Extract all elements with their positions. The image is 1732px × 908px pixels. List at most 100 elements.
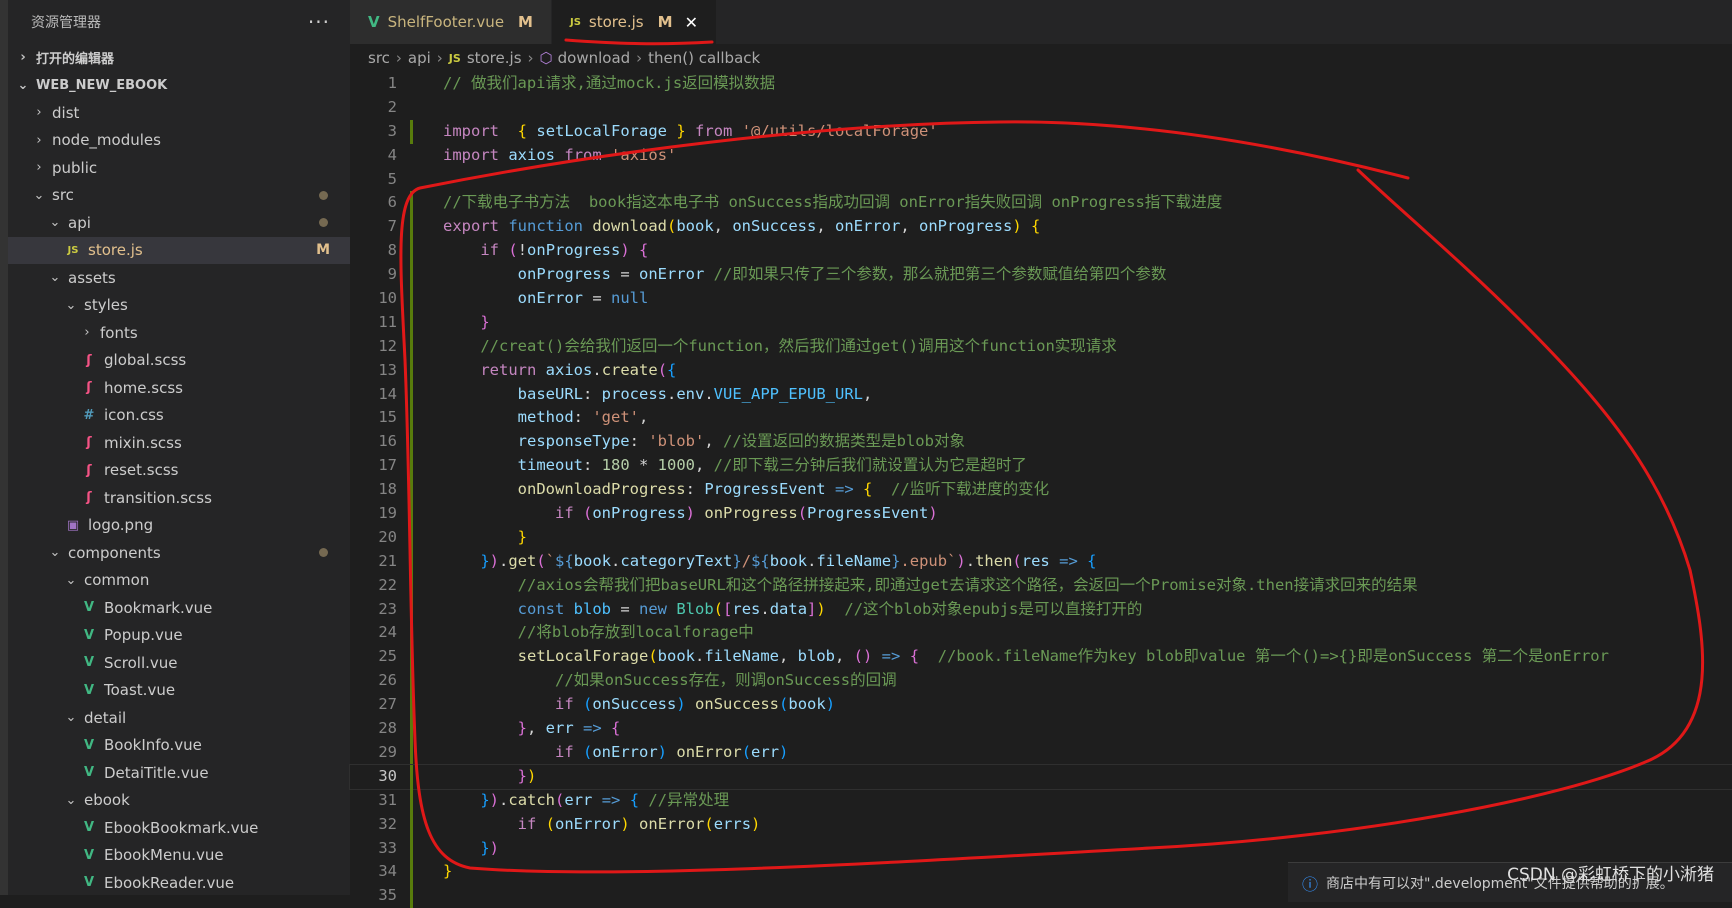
file-logo-png[interactable]: ▣ logo.png bbox=[8, 512, 350, 540]
file-home-scss[interactable]: ʃ home.scss bbox=[8, 374, 350, 402]
code-line[interactable]: 22 //axios会帮我们把baseURL和这个路径拼接起来,即通过get去请… bbox=[350, 573, 1732, 598]
code-token: res bbox=[732, 599, 761, 618]
code-line[interactable]: 18 onDownloadProgress: ProgressEvent => … bbox=[350, 478, 1732, 503]
tab-store-js[interactable]: JS store.js M ✕ bbox=[551, 0, 717, 44]
tab-shelffooter-vue[interactable]: V ShelfFooter.vue M bbox=[350, 0, 552, 44]
code-line[interactable]: 26 //如果onSuccess存在，则调onSuccess的回调 bbox=[350, 669, 1732, 694]
code-line[interactable]: 7 export function download(book, onSucces… bbox=[350, 215, 1732, 240]
tree-item-label: WEB_NEW_EBOOK bbox=[36, 77, 168, 93]
file-scroll-vue[interactable]: V Scroll.vue bbox=[8, 649, 350, 677]
code-line[interactable]: 16 responseType: 'blob', //设置返回的数据类型是blo… bbox=[350, 430, 1732, 455]
code-line[interactable]: 24 //将blob存放到localforage中 bbox=[350, 621, 1732, 646]
code-line[interactable]: 5 bbox=[350, 168, 1732, 192]
file-popup-vue[interactable]: V Popup.vue bbox=[8, 622, 350, 650]
file-mixin-scss[interactable]: ʃ mixin.scss bbox=[8, 429, 350, 457]
code-line[interactable]: 3 import { setLocalForage } from '@/utils… bbox=[350, 119, 1732, 144]
vue-file-icon: V bbox=[368, 13, 380, 31]
code-token: axios bbox=[508, 145, 556, 164]
file-ebookreader-vue[interactable]: V EbookReader.vue bbox=[8, 869, 350, 895]
code-line[interactable]: 19 if (onProgress) onProgress(ProgressEv… bbox=[350, 502, 1732, 526]
folder-src[interactable]: ⌄ src bbox=[8, 182, 350, 210]
code-text: }).catch(err => { //异常处理 bbox=[443, 789, 729, 813]
code-line[interactable]: 12 //creat()会给我们返回一个function，然后我们通过get()… bbox=[350, 334, 1732, 359]
folder-dist[interactable]: › dist bbox=[8, 99, 350, 127]
code-line[interactable]: 1 // 做我们api请求,通过mock.js返回模拟数据 bbox=[350, 72, 1732, 96]
code-token: //设置返回的数据类型是blob对象 bbox=[722, 432, 965, 451]
code-line[interactable]: 8 if (!onProgress) { bbox=[350, 239, 1732, 264]
code-token: '@/utils/localForage' bbox=[741, 121, 938, 140]
code-line[interactable]: 14 baseURL: process.env.VUE_APP_EPUB_URL… bbox=[350, 382, 1732, 407]
code-line[interactable]: 4 import axios from 'axios' bbox=[350, 144, 1732, 168]
file-global-scss[interactable]: ʃ global.scss bbox=[8, 347, 350, 375]
folder-detail[interactable]: ⌄ detail bbox=[8, 704, 350, 732]
folder-fonts[interactable]: › fonts bbox=[8, 319, 350, 347]
tree-item-label: home.scss bbox=[104, 378, 183, 397]
breadcrumb-item[interactable]: store.js bbox=[467, 49, 522, 67]
code-line[interactable]: 9 onProgress = onError //即如果只传了三个参数，那么就把… bbox=[350, 263, 1732, 288]
file-bookmark-vue[interactable]: V Bookmark.vue bbox=[8, 594, 350, 622]
code-token: => bbox=[834, 480, 854, 499]
code-line[interactable]: 28 }, err => { bbox=[350, 717, 1732, 741]
folder-common[interactable]: ⌄ common bbox=[8, 567, 350, 595]
code-editor[interactable]: 1// 做我们api请求,通过mock.js返回模拟数据 2 3 import { s… bbox=[349, 72, 1732, 908]
code-line[interactable]: 17 timeout: 180 * 1000, //即下载三分钟后我们就设置认为… bbox=[350, 454, 1732, 479]
folder-web-new-ebook[interactable]: ⌄ WEB_NEW_EBOOK bbox=[8, 72, 350, 100]
modified-badge: M bbox=[518, 13, 533, 31]
code-line[interactable]: 31 }).catch(err => { //异常处理 bbox=[350, 788, 1732, 813]
breadcrumb-item[interactable]: then() callback bbox=[648, 49, 760, 67]
file-icon-css[interactable]: # icon.css bbox=[8, 402, 350, 430]
file-store-js[interactable]: JS store.js M bbox=[8, 236, 350, 264]
code-line[interactable]: 29 if (onError) onError(err) bbox=[350, 740, 1732, 765]
code-line[interactable]: 33 }) bbox=[350, 836, 1732, 861]
code-token: fileName bbox=[704, 647, 779, 666]
code-line[interactable]: 2 bbox=[350, 96, 1732, 120]
file-reset-scss[interactable]: ʃ reset.scss bbox=[8, 457, 350, 485]
file-ebookbookmark-vue[interactable]: V EbookBookmark.vue bbox=[8, 814, 350, 842]
line-number: 24 bbox=[378, 623, 397, 642]
folder-assets[interactable]: ⌄ assets bbox=[8, 264, 350, 292]
code-token: get bbox=[508, 551, 537, 570]
code-line[interactable]: 27 if (onSuccess) onSuccess(book) bbox=[350, 693, 1732, 718]
code-token: : bbox=[582, 456, 602, 475]
code-token: . bbox=[694, 647, 705, 666]
file-bookinfo-vue[interactable]: V BookInfo.vue bbox=[8, 732, 350, 760]
code-token: ( bbox=[704, 814, 714, 833]
code-line[interactable]: 25 setLocalForage(book.fileName, blob, (… bbox=[350, 645, 1732, 670]
folder-public[interactable]: › public bbox=[8, 154, 350, 182]
code-line[interactable]: 23 const blob = new Blob([res.data]) //这… bbox=[350, 597, 1732, 622]
code-line[interactable]: 11 } bbox=[350, 310, 1732, 335]
code-line[interactable]: 13 return axios.create({ bbox=[350, 358, 1732, 383]
breadcrumb-item[interactable]: download bbox=[558, 49, 631, 67]
scss-file-icon: ʃ bbox=[86, 380, 92, 396]
folder-components[interactable]: ⌄ components bbox=[8, 539, 350, 567]
code-text: onDownloadProgress: ProgressEvent => { /… bbox=[443, 478, 1050, 502]
folder-item[interactable]: › 打开的编辑器 bbox=[8, 44, 350, 72]
code-token: onProgress bbox=[919, 217, 1013, 236]
folder-ebook[interactable]: ⌄ ebook bbox=[8, 787, 350, 815]
code-line[interactable]: 20 } bbox=[350, 525, 1732, 550]
code-line[interactable]: 32 if (onError) onError(errs) bbox=[350, 812, 1732, 837]
code-line[interactable]: 15 method: 'get', bbox=[350, 406, 1732, 431]
file-detaititle-vue[interactable]: V DetaiTitle.vue bbox=[8, 759, 350, 787]
folder-api[interactable]: ⌄ api bbox=[8, 209, 350, 237]
breadcrumb-item[interactable]: src bbox=[368, 49, 390, 67]
git-change-marker bbox=[410, 836, 413, 861]
file-toast-vue[interactable]: V Toast.vue bbox=[8, 677, 350, 705]
folder-node-modules[interactable]: › node_modules bbox=[8, 127, 350, 155]
code-line[interactable]: 10 onError = null bbox=[350, 287, 1732, 311]
code-text: //将blob存放到localforage中 bbox=[443, 621, 754, 645]
file-transition-scss[interactable]: ʃ transition.scss bbox=[8, 484, 350, 512]
more-actions-icon[interactable]: ··· bbox=[308, 10, 330, 34]
tree-item-label: mixin.scss bbox=[104, 433, 182, 452]
code-line[interactable]: 30 }) bbox=[349, 763, 1732, 790]
file-ebookmenu-vue[interactable]: V EbookMenu.vue bbox=[8, 842, 350, 870]
close-icon[interactable]: ✕ bbox=[685, 13, 698, 32]
code-line[interactable]: 6 //下载电子书方法 book指这本电子书 onSuccess指成功回调 onE… bbox=[350, 191, 1732, 216]
code-line[interactable]: 21 }).get(`${book.categoryText}/${book.f… bbox=[350, 549, 1732, 574]
folder-styles[interactable]: ⌄ styles bbox=[8, 292, 350, 320]
breadcrumb-item[interactable]: api bbox=[408, 49, 431, 67]
